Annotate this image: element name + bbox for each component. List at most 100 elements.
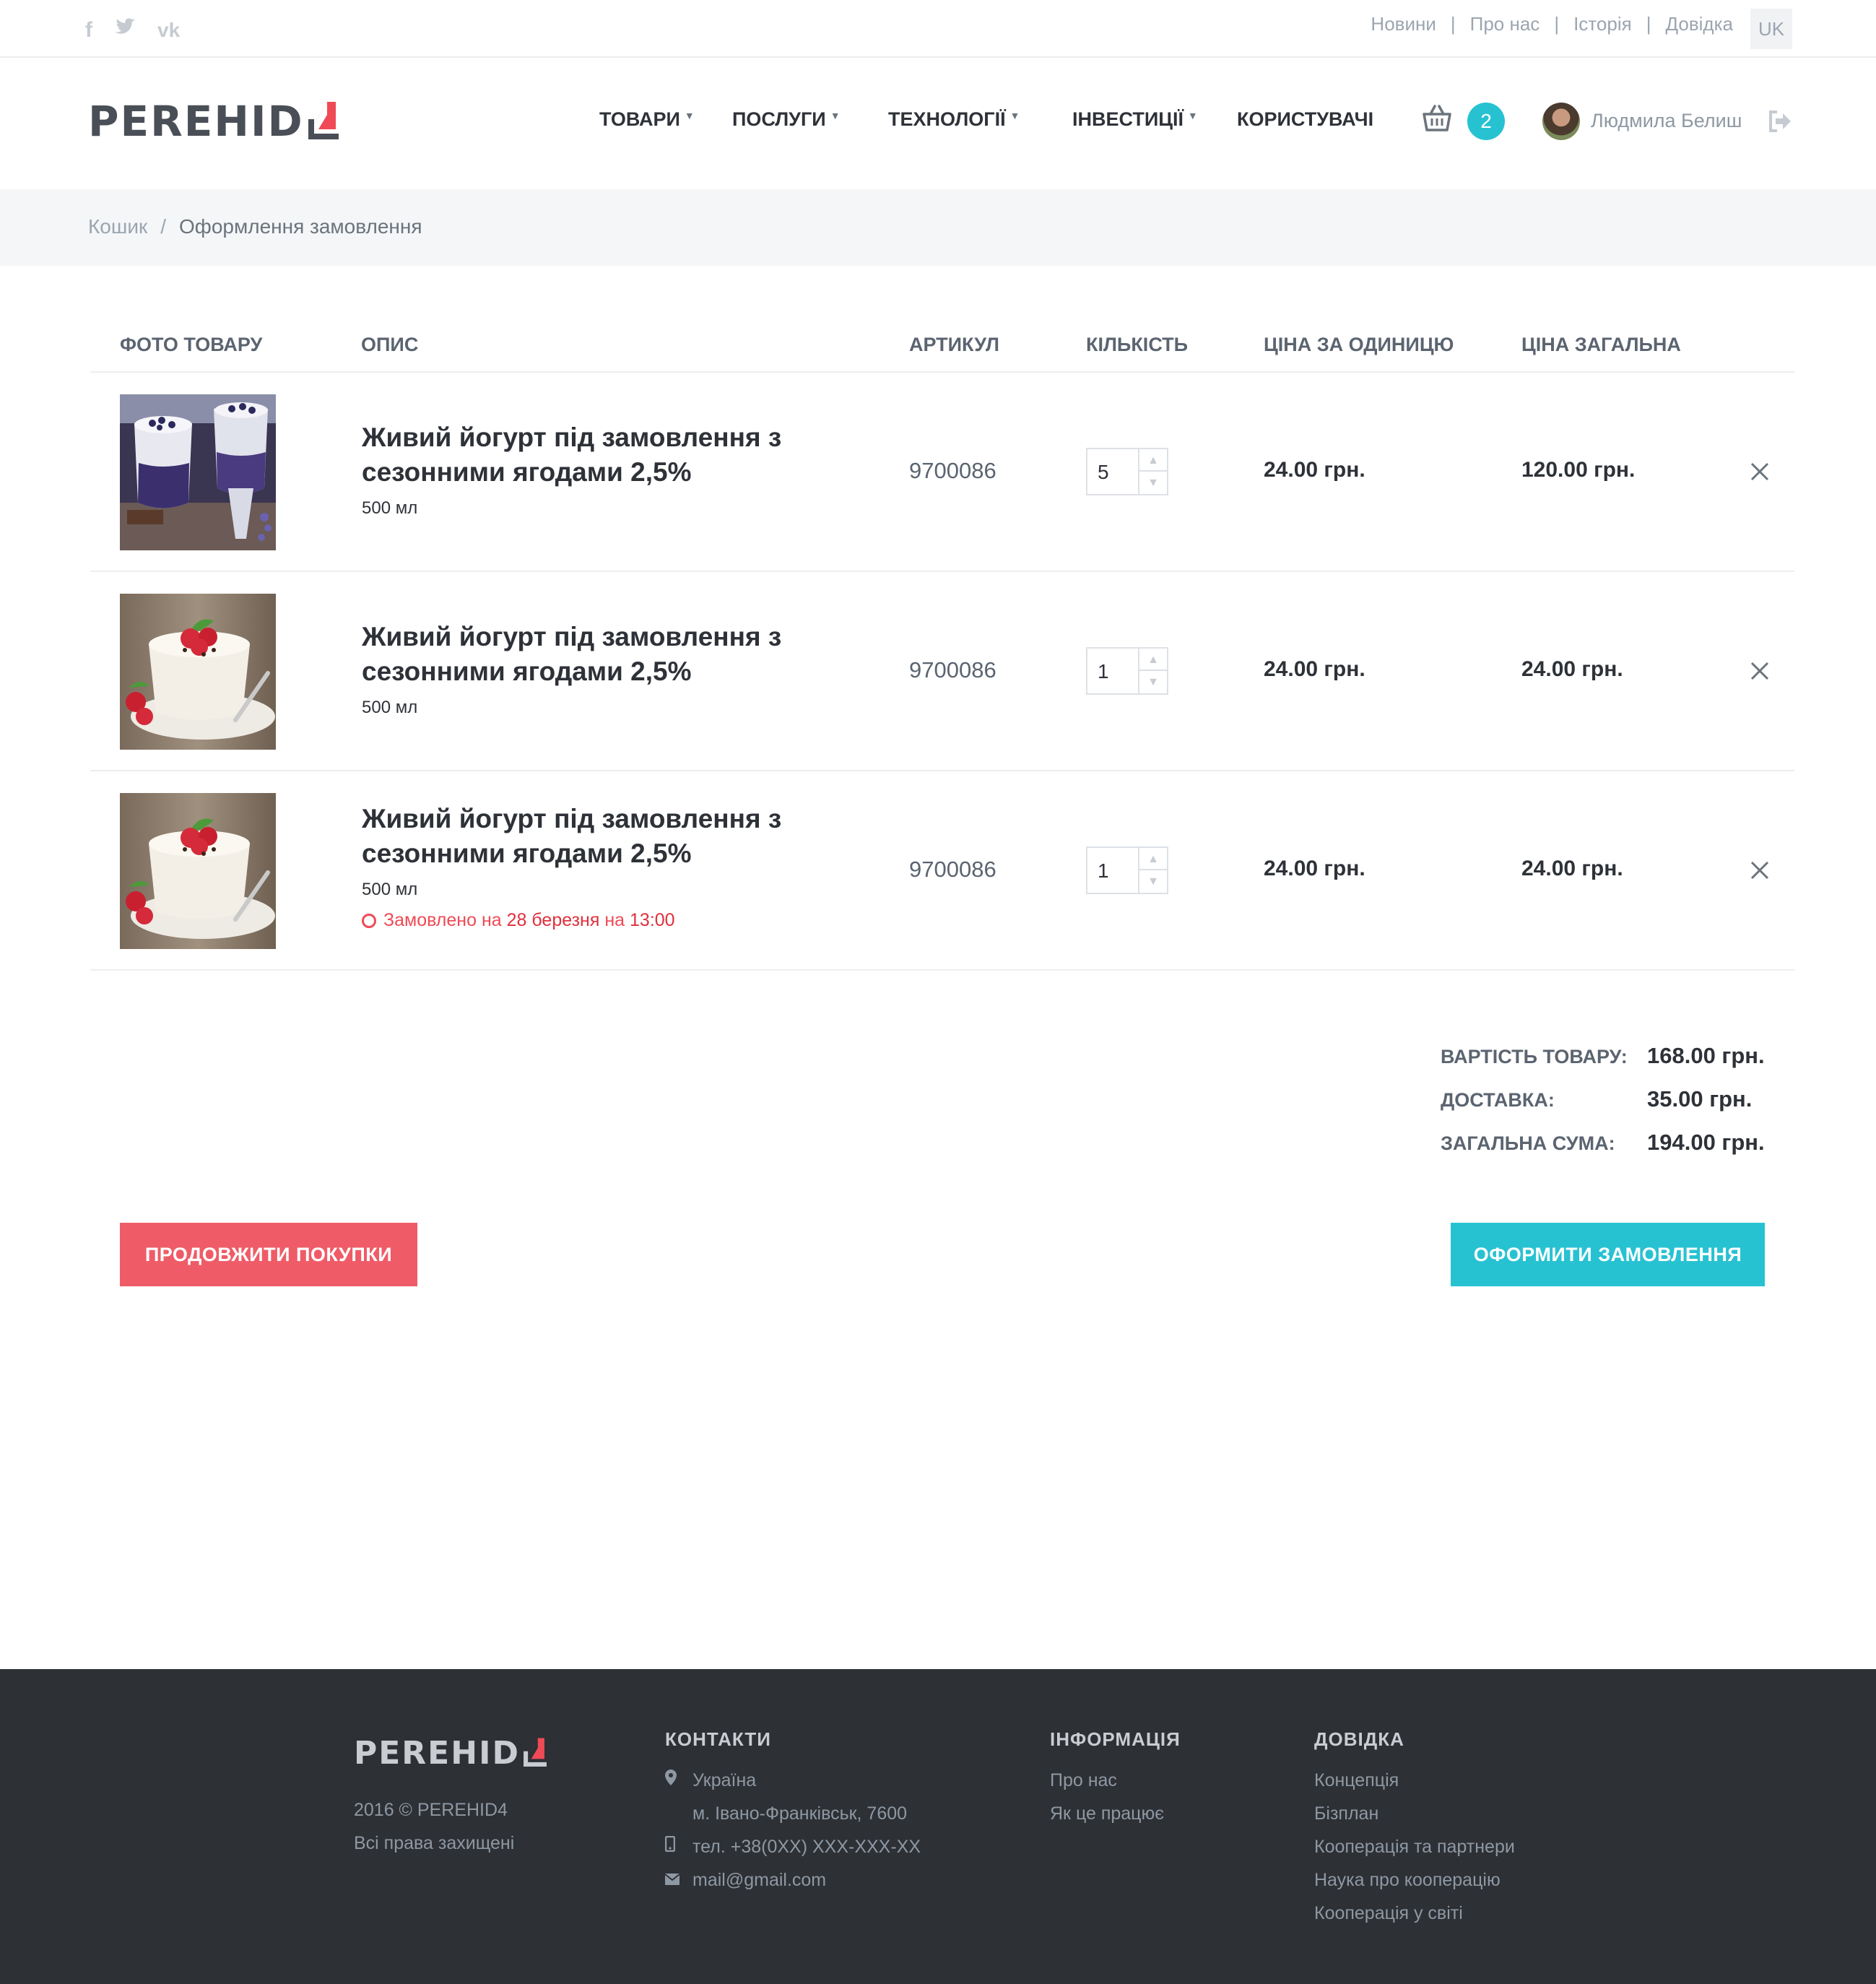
nav-item-technologies[interactable]: ТЕХНОЛОГІЇ ▼ <box>888 108 1020 131</box>
top-bar: f vk Новини | Про нас | Історія | Довідк… <box>0 0 1876 58</box>
decrement-icon[interactable]: ▼ <box>1139 671 1167 693</box>
delivery-line: ДОСТАВКА: 35.00 грн. <box>1441 1083 1773 1127</box>
footer-info-title: ІНФОРМАЦІЯ <box>1050 1728 1181 1750</box>
footer-link-cooperation-science[interactable]: Наука про кооперацію <box>1314 1863 1515 1897</box>
increment-icon[interactable]: ▲ <box>1139 449 1167 472</box>
footer-logo[interactable]: PEREHID <box>354 1736 549 1772</box>
decrement-icon[interactable]: ▼ <box>1139 472 1167 494</box>
footer-link-concept[interactable]: Концепція <box>1314 1764 1515 1797</box>
close-icon[interactable] <box>1747 459 1772 484</box>
toplink-separator: | <box>1646 13 1651 35</box>
toplink-history[interactable]: Історія <box>1573 13 1632 35</box>
blueberry-yogurt-photo[interactable] <box>120 394 276 550</box>
total-price: 24.00 грн. <box>1521 857 1623 880</box>
envelope-icon <box>664 1863 692 1897</box>
increment-icon[interactable]: ▲ <box>1139 649 1167 671</box>
toplink-separator: | <box>1554 13 1560 35</box>
social-links: f vk <box>85 16 180 45</box>
product-sku: 9700086 <box>909 458 996 483</box>
logo-text: PEREHID <box>88 97 304 146</box>
product-name[interactable]: Живий йогурт під замовлення з сезонними … <box>362 620 838 689</box>
quantity-value[interactable]: 1 <box>1098 660 1109 683</box>
quantity-stepper[interactable]: 1 ▲ ▼ <box>1086 846 1168 894</box>
breadcrumb-cart-link[interactable]: Кошик <box>88 215 147 238</box>
grand-total-line: ЗАГАЛЬНА СУМА: 194.00 грн. <box>1441 1127 1773 1170</box>
nav-item-investments[interactable]: ІНВЕСТИЦІЇ ▼ <box>1072 108 1198 131</box>
clock-icon <box>362 913 376 928</box>
increment-icon[interactable]: ▲ <box>1139 848 1167 870</box>
delivery-value: 35.00 грн. <box>1647 1086 1753 1112</box>
avatar[interactable] <box>1542 103 1580 140</box>
footer-help-title: ДОВІДКА <box>1314 1728 1404 1750</box>
quantity-spinner: ▲ ▼ <box>1138 848 1167 893</box>
footer-link-cooperation-partners[interactable]: Кооперація та партнери <box>1314 1830 1515 1863</box>
nav-item-users[interactable]: КОРИСТУВАЧІ <box>1237 108 1373 131</box>
site-logo[interactable]: PEREHID <box>88 98 342 145</box>
breadcrumb: Кошик / Оформлення замовлення <box>88 215 422 238</box>
product-volume: 500 мл <box>362 498 418 518</box>
goods-total-label: ВАРТІСТЬ ТОВАРУ: <box>1441 1046 1628 1067</box>
close-icon[interactable] <box>1747 659 1772 683</box>
col-description-header: ОПИС <box>361 334 419 355</box>
quantity-value[interactable]: 1 <box>1098 859 1109 883</box>
grand-total-value: 194.00 грн. <box>1647 1130 1765 1155</box>
user-name[interactable]: Людмила Белиш <box>1591 110 1742 132</box>
product-volume: 500 мл <box>362 698 418 717</box>
col-photo-header: ФОТО ТОВАРУ <box>120 334 263 355</box>
product-name[interactable]: Живий йогурт під замовлення з сезонними … <box>362 420 838 490</box>
footer-phone[interactable]: тел. +38(0XX) XXX-XXX-XX <box>692 1830 921 1863</box>
top-links: Новини | Про нас | Історія | Довідка <box>1371 13 1733 35</box>
vk-icon[interactable]: vk <box>157 16 180 45</box>
toplink-help[interactable]: Довідка <box>1665 13 1733 35</box>
close-icon[interactable] <box>1747 858 1772 883</box>
toplink-news[interactable]: Новини <box>1371 13 1436 35</box>
facebook-icon[interactable]: f <box>85 16 92 45</box>
product-name[interactable]: Живий йогурт під замовлення з сезонними … <box>362 802 838 871</box>
delivery-label: ДОСТАВКА: <box>1441 1089 1555 1111</box>
footer-info: ІНФОРМАЦІЯ Про нас Як це працює <box>1050 1728 1181 1830</box>
decrement-icon[interactable]: ▼ <box>1139 870 1167 893</box>
breadcrumb-current: Оформлення замовлення <box>179 215 422 238</box>
nav-item-goods[interactable]: ТОВАРИ ▼ <box>599 108 695 131</box>
raspberry-yogurt-photo[interactable] <box>120 594 276 750</box>
quantity-stepper[interactable]: 5 ▲ ▼ <box>1086 448 1168 495</box>
twitter-icon[interactable] <box>114 16 136 45</box>
raspberry-yogurt-photo[interactable] <box>120 793 276 949</box>
caret-down-icon: ▼ <box>1187 110 1198 121</box>
breadcrumb-bar: Кошик / Оформлення замовлення <box>0 189 1876 266</box>
quantity-spinner: ▲ ▼ <box>1138 449 1167 494</box>
footer-city: м. Івано-Франківськ, 7600 <box>692 1803 908 1824</box>
col-quantity-header: КІЛЬКІСТЬ <box>1086 334 1189 355</box>
grand-total-label: ЗАГАЛЬНА СУМА: <box>1441 1132 1615 1154</box>
toplink-about[interactable]: Про нас <box>1470 13 1540 35</box>
footer-contacts: КОНТАКТИ Україна м. Івано-Франківськ, 76… <box>664 1728 921 1897</box>
place-order-button[interactable]: ОФОРМИТИ ЗАМОВЛЕННЯ <box>1451 1223 1765 1286</box>
product-sku: 9700086 <box>909 657 996 683</box>
site-footer: PEREHID 2016 © PEREHID4 Всі права захище… <box>0 1669 1876 1984</box>
nav-item-services[interactable]: ПОСЛУГИ ▼ <box>732 108 841 131</box>
continue-shopping-button[interactable]: ПРОДОВЖИТИ ПОКУПКИ <box>120 1223 417 1286</box>
cart-count-badge[interactable]: 2 <box>1467 103 1505 140</box>
quantity-value[interactable]: 5 <box>1098 461 1109 484</box>
col-total-price-header: ЦІНА ЗАГАЛЬНА <box>1521 334 1681 355</box>
footer-link-about[interactable]: Про нас <box>1050 1764 1181 1797</box>
footer-link-business-plan[interactable]: Бізплан <box>1314 1797 1515 1830</box>
caret-down-icon: ▼ <box>684 110 695 121</box>
table-row: Живий йогурт під замовлення з сезонними … <box>90 373 1794 572</box>
basket-icon[interactable] <box>1421 103 1453 134</box>
footer-link-how-it-works[interactable]: Як це працює <box>1050 1797 1181 1830</box>
unit-price: 24.00 грн. <box>1264 657 1365 681</box>
map-marker-icon <box>665 1764 692 1797</box>
phone-icon <box>664 1830 692 1863</box>
toplink-separator: | <box>1450 13 1456 35</box>
language-switcher[interactable]: UK <box>1750 9 1792 49</box>
logout-icon[interactable] <box>1768 110 1792 133</box>
quantity-spinner: ▲ ▼ <box>1138 649 1167 693</box>
col-unit-price-header: ЦІНА ЗА ОДИНИЦЮ <box>1264 334 1454 355</box>
quantity-stepper[interactable]: 1 ▲ ▼ <box>1086 647 1168 695</box>
table-row: Живий йогурт під замовлення з сезонними … <box>90 572 1794 771</box>
footer-email[interactable]: mail@gmail.com <box>692 1863 826 1897</box>
order-totals: ВАРТІСТЬ ТОВАРУ: 168.00 грн. ДОСТАВКА: 3… <box>1441 1040 1773 1170</box>
product-volume: 500 мл <box>362 880 418 899</box>
footer-link-cooperation-world[interactable]: Кооперація у світі <box>1314 1897 1515 1930</box>
